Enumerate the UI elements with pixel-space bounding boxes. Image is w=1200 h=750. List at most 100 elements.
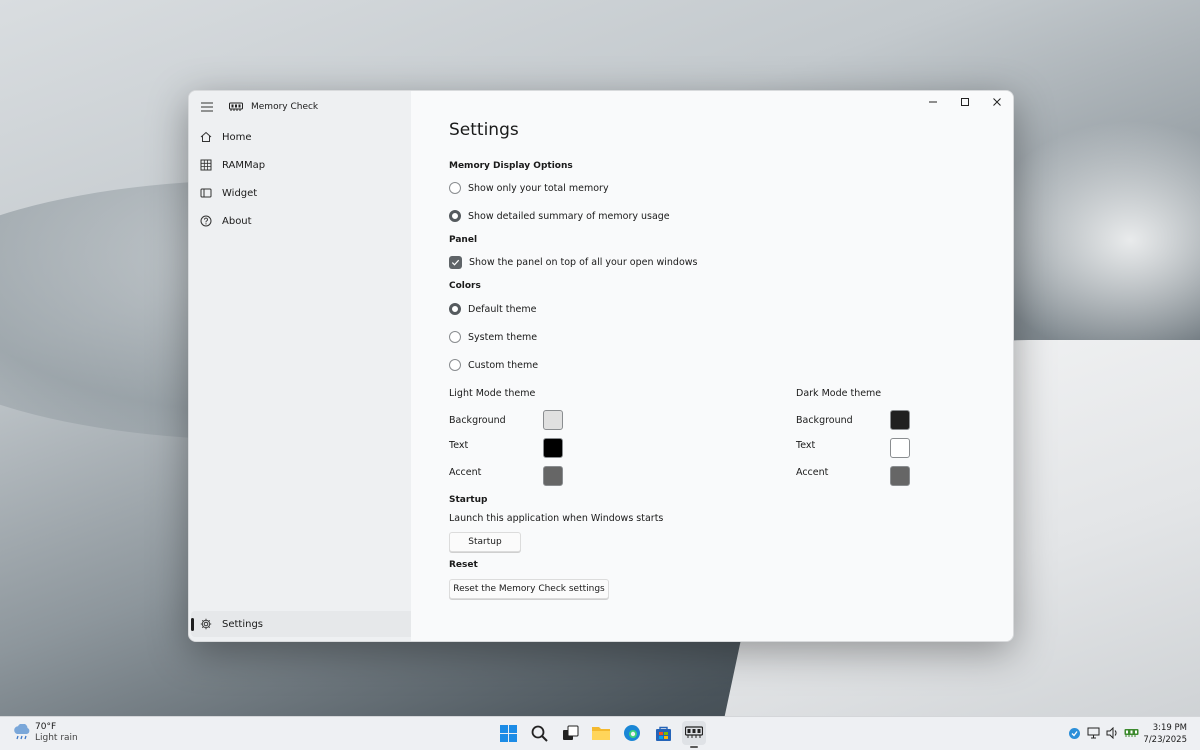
radio-button[interactable] — [449, 182, 461, 194]
task-view-button[interactable] — [558, 721, 582, 745]
startup-description: Launch this application when Windows sta… — [449, 513, 664, 524]
startup-heading: Startup — [449, 495, 488, 505]
task-view-icon — [562, 725, 578, 740]
radio-custom-theme[interactable]: Custom theme — [449, 359, 538, 371]
sidebar-item-settings[interactable]: Settings — [191, 611, 416, 637]
menu-icon — [201, 102, 213, 112]
navigation-pane: Memory Check Home RAMMap Widget About Se… — [189, 91, 416, 641]
app-window: Memory Check Home RAMMap Widget About Se… — [188, 90, 1014, 642]
maximize-icon — [961, 98, 969, 106]
light-text-label: Text — [449, 440, 469, 451]
edge-browser-button[interactable] — [620, 721, 644, 745]
checkbox-checked[interactable] — [449, 256, 462, 269]
home-icon — [200, 131, 212, 142]
clock-time: 3:19 PM — [1152, 723, 1187, 733]
start-button[interactable] — [496, 721, 520, 745]
close-button[interactable] — [981, 91, 1013, 113]
radio-total-memory[interactable]: Show only your total memory — [449, 182, 609, 194]
app-title: Memory Check — [251, 102, 319, 112]
dark-accent-label: Accent — [796, 467, 829, 478]
radio-label: Show only your total memory — [468, 182, 609, 194]
folder-icon — [592, 727, 610, 740]
minimize-icon — [929, 101, 937, 103]
memory-chip-icon — [685, 726, 703, 738]
taskbar: 70°F Light rain 3:19 PM 7/23/2025 — [0, 716, 1200, 750]
dark-background-label: Background — [796, 415, 853, 426]
reset-heading: Reset — [449, 560, 478, 570]
radio-default-theme[interactable]: Default theme — [449, 303, 536, 315]
window-controls — [917, 91, 1013, 113]
weather-temperature: 70°F — [35, 722, 57, 732]
selection-indicator — [191, 618, 194, 631]
radio-label: Show detailed summary of memory usage — [468, 210, 670, 222]
dark-mode-heading: Dark Mode theme — [796, 388, 882, 399]
file-explorer-button[interactable] — [589, 721, 613, 745]
dark-text-swatch[interactable] — [890, 438, 910, 458]
widget-icon — [200, 188, 212, 198]
maximize-button[interactable] — [949, 91, 981, 113]
sidebar-item-about[interactable]: About — [189, 207, 411, 235]
grid-icon — [200, 159, 212, 171]
radio-label: System theme — [468, 331, 538, 343]
radio-button[interactable] — [449, 331, 461, 343]
panel-always-on-top-checkbox[interactable]: Show the panel on top of all your open w… — [449, 256, 697, 269]
dark-background-swatch[interactable] — [890, 410, 910, 430]
radio-detailed-summary[interactable]: Show detailed summary of memory usage — [449, 210, 670, 222]
page-title: Settings — [449, 120, 519, 140]
sidebar-item-label: Widget — [222, 187, 258, 199]
startup-button[interactable]: Startup — [449, 532, 521, 552]
store-icon — [655, 726, 671, 741]
panel-heading: Panel — [449, 235, 478, 245]
light-accent-label: Accent — [449, 467, 482, 478]
radio-label: Custom theme — [468, 359, 539, 371]
sidebar-item-label: Settings — [222, 618, 264, 630]
memory-chip-icon — [229, 102, 243, 111]
light-accent-swatch[interactable] — [543, 466, 563, 486]
radio-button[interactable] — [449, 359, 461, 371]
dark-accent-swatch[interactable] — [890, 466, 910, 486]
settings-page: Settings Memory Display Options Show onl… — [411, 91, 1013, 641]
memory-display-heading: Memory Display Options — [449, 161, 573, 171]
microsoft-store-button[interactable] — [651, 721, 675, 745]
radio-button-selected[interactable] — [449, 210, 461, 222]
weather-condition: Light rain — [35, 733, 78, 743]
hamburger-menu-button[interactable] — [191, 91, 223, 123]
nav-list: Home RAMMap Widget About — [189, 123, 411, 235]
light-text-swatch[interactable] — [543, 438, 563, 458]
vpn-shield-icon[interactable] — [1066, 726, 1082, 740]
sidebar-item-label: RAMMap — [222, 159, 266, 171]
memory-check-taskbar-button[interactable] — [682, 721, 706, 748]
checkbox-label: Show the panel on top of all your open w… — [469, 257, 698, 268]
close-icon — [993, 98, 1001, 106]
reset-settings-button[interactable]: Reset the Memory Check settings — [449, 579, 609, 599]
sidebar-item-home[interactable]: Home — [189, 123, 411, 151]
gear-icon — [200, 618, 212, 630]
app-header: Memory Check — [189, 91, 411, 123]
search-icon — [531, 725, 548, 742]
sidebar-item-widget[interactable]: Widget — [189, 179, 411, 207]
search-button[interactable] — [527, 721, 551, 745]
network-icon[interactable] — [1085, 726, 1101, 740]
sidebar-item-label: Home — [222, 131, 252, 143]
system-tray — [1066, 726, 1142, 740]
rain-cloud-icon — [14, 724, 30, 740]
taskbar-apps — [496, 721, 713, 748]
windows-logo-icon — [499, 724, 517, 742]
checkmark-icon — [451, 259, 460, 266]
light-background-label: Background — [449, 415, 506, 426]
light-mode-heading: Light Mode theme — [449, 388, 536, 399]
edge-icon — [624, 725, 640, 741]
weather-widget[interactable]: 70°F Light rain — [12, 722, 78, 744]
dark-text-label: Text — [796, 440, 816, 451]
light-background-swatch[interactable] — [543, 410, 563, 430]
sidebar-item-rammap[interactable]: RAMMap — [189, 151, 411, 179]
colors-heading: Colors — [449, 281, 481, 291]
minimize-button[interactable] — [917, 91, 949, 113]
volume-icon[interactable] — [1104, 726, 1120, 740]
radio-system-theme[interactable]: System theme — [449, 331, 537, 343]
clock-date: 7/23/2025 — [1143, 735, 1187, 745]
help-icon — [200, 215, 212, 227]
radio-button-selected[interactable] — [449, 303, 461, 315]
taskbar-clock[interactable]: 3:19 PM 7/23/2025 — [1143, 722, 1187, 746]
memory-chip-icon[interactable] — [1123, 726, 1139, 740]
